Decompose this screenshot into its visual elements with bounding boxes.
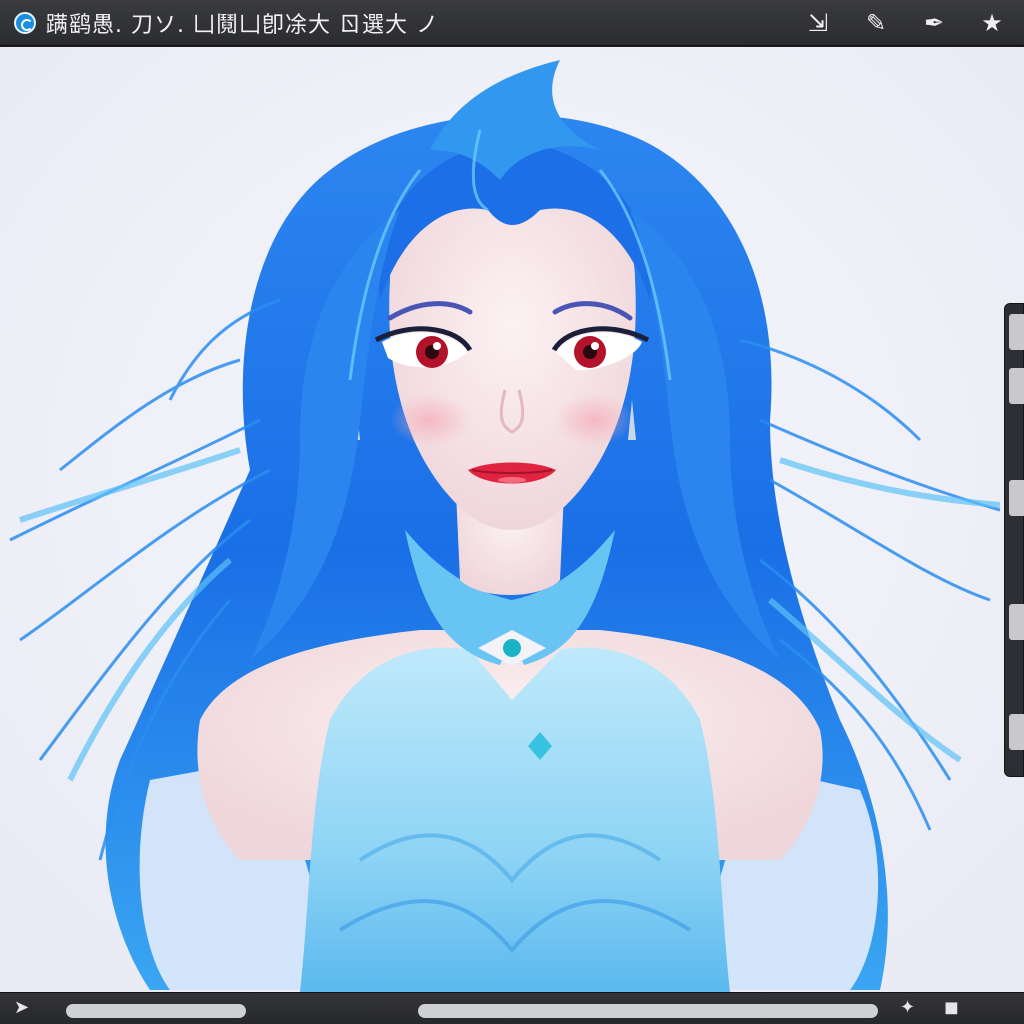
app-logo-icon[interactable]: [14, 11, 36, 34]
pen-icon[interactable]: ✒: [916, 6, 952, 40]
arrow-icon[interactable]: ➤: [14, 997, 29, 1019]
right-side-panel: [1004, 303, 1024, 777]
horizontal-scrollbar-left[interactable]: [66, 1004, 246, 1018]
window-title: 蹒鹞愚. 刀ソ. 凵鬩凵卽凃大 ㄖ選大 ノ: [46, 12, 439, 38]
toolbar-icons: ⇲ ✎ ✒ ★: [800, 6, 1010, 40]
side-panel-button[interactable]: [1009, 480, 1024, 516]
side-panel-button[interactable]: [1009, 714, 1024, 750]
title-bar: 蹒鹞愚. 刀ソ. 凵鬩凵卽凃大 ㄖ選大 ノ ⇲ ✎ ✒ ★: [0, 0, 1024, 46]
side-panel-button[interactable]: [1009, 604, 1024, 640]
brush-icon[interactable]: ✎: [858, 6, 894, 40]
side-panel-button[interactable]: [1009, 314, 1024, 350]
export-icon[interactable]: ⇲: [800, 6, 836, 40]
star-icon[interactable]: ★: [974, 6, 1010, 40]
side-panel-button[interactable]: [1009, 368, 1024, 404]
portrait-illustration: [0, 47, 1024, 992]
square-icon[interactable]: ◼: [944, 997, 959, 1019]
image-canvas[interactable]: [0, 47, 1024, 992]
dress: [300, 647, 730, 992]
horizontal-scrollbar[interactable]: [418, 1004, 878, 1018]
bottom-bar: ➤ ✦ ◼: [0, 992, 1024, 1024]
settings-icon[interactable]: ✦: [900, 997, 915, 1019]
